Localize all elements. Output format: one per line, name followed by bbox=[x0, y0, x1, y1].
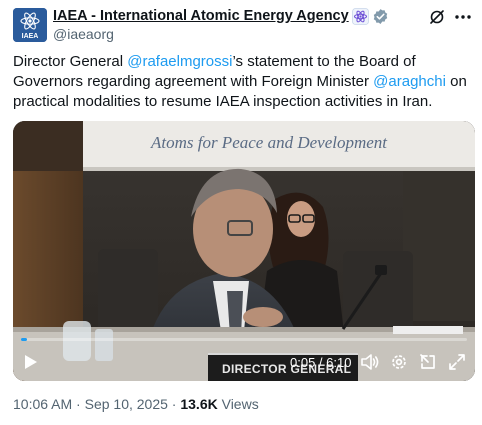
more-icon[interactable] bbox=[454, 9, 472, 25]
volume-icon[interactable] bbox=[360, 352, 380, 372]
iaea-logo-icon: IAEA bbox=[13, 8, 47, 42]
play-icon[interactable] bbox=[21, 352, 41, 372]
post-text-part: Director General bbox=[13, 53, 128, 70]
video-time: 0:05 / 6:10 bbox=[290, 355, 352, 370]
avatar[interactable]: IAEA bbox=[13, 8, 47, 42]
video-frame bbox=[13, 121, 475, 381]
video-progress-bar[interactable] bbox=[21, 338, 467, 341]
views-label: Views bbox=[221, 396, 259, 412]
post-text: Director General @rafaelmgrossi’s statem… bbox=[13, 52, 473, 112]
grok-icon[interactable] bbox=[429, 9, 445, 25]
author-display-name[interactable]: IAEA - International Atomic Energy Agenc… bbox=[53, 8, 349, 24]
mention-link[interactable]: @araghchi bbox=[373, 73, 446, 90]
video-controls: 0:05 / 6:10 bbox=[13, 348, 475, 376]
video-progress-fill bbox=[21, 338, 28, 341]
post-time[interactable]: 10:06 AM bbox=[13, 396, 72, 412]
mention-link[interactable]: @rafaelmgrossi bbox=[127, 53, 232, 70]
meta-separator: · bbox=[171, 396, 177, 412]
post: IAEA IAEA - International Atomic Energy … bbox=[0, 0, 482, 425]
post-date[interactable]: Sep 10, 2025 bbox=[85, 396, 168, 412]
fullscreen-icon[interactable] bbox=[447, 352, 467, 372]
settings-gear-icon[interactable] bbox=[389, 352, 409, 372]
avatar-label: IAEA bbox=[22, 33, 39, 40]
atom-icon[interactable] bbox=[351, 7, 369, 25]
picture-in-picture-icon[interactable] bbox=[418, 352, 438, 372]
author-name-row: IAEA - International Atomic Energy Agenc… bbox=[53, 7, 389, 25]
author-handle[interactable]: @iaeaorg bbox=[53, 26, 114, 42]
verified-badge-icon[interactable] bbox=[372, 8, 389, 25]
meta-separator: · bbox=[76, 396, 81, 412]
views-count: 13.6K bbox=[180, 396, 218, 412]
post-meta: 10:06 AM · Sep 10, 2025 · 13.6K Views bbox=[13, 396, 259, 412]
video-banner-text: Atoms for Peace and Development bbox=[150, 133, 388, 152]
video-player[interactable]: Atoms for Peace and Development DIRECTOR… bbox=[13, 121, 475, 381]
